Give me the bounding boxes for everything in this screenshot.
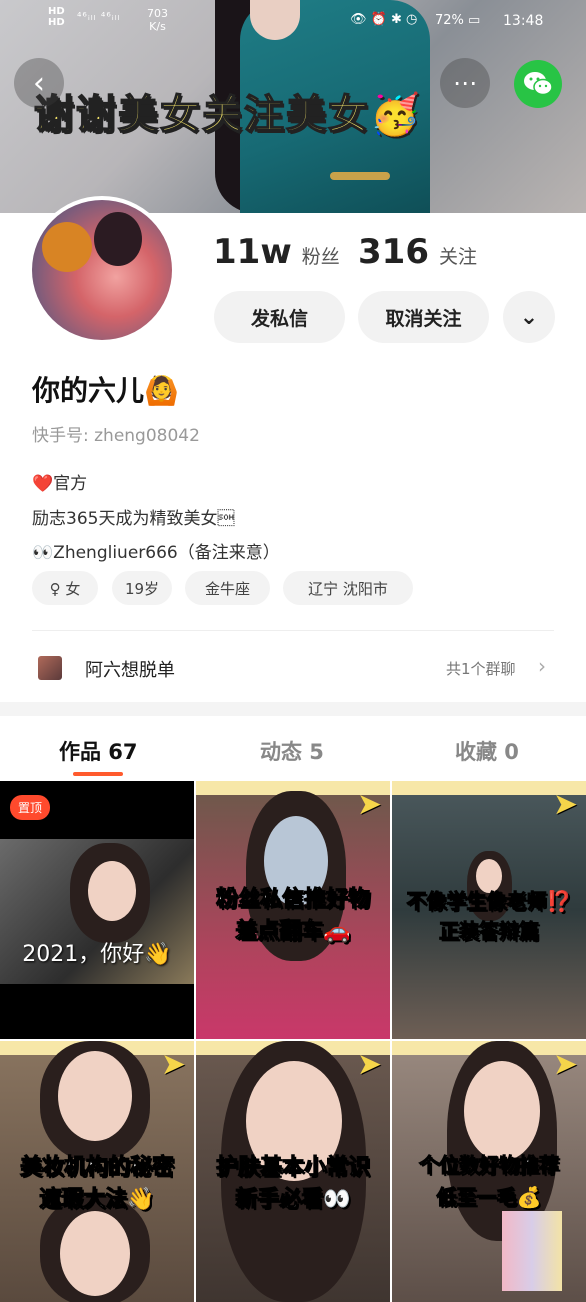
following-count: 316 [358,232,429,272]
chevron-right-icon: › [538,654,546,678]
cursor-icon: ➤ [552,787,578,822]
divider [32,630,554,631]
active-tab-indicator [73,772,123,776]
group-name: 阿六想脱单 [85,660,175,681]
tab-works[interactable]: 作品 67 [59,736,138,766]
video-caption: 美妆机构的秘密 [19,1155,174,1181]
cursor-icon: ➤ [552,1047,578,1082]
bio-line: 👀Zhengliuer666（备注来意） [32,543,280,563]
cursor-icon: ➤ [356,787,382,822]
profile-name: 你的六儿🙆 [32,374,179,407]
section-separator [0,702,586,716]
clock: 13:48 [503,13,544,29]
followers-stat[interactable]: 11w 粉丝 [213,232,340,272]
unfollow-button[interactable]: 取消关注 [358,291,489,343]
status-icons: 👁 ⏰ ✱ ◷ [350,12,418,27]
more-icon: ⋯ [453,69,477,97]
wechat-share-button[interactable] [514,60,562,108]
battery-icon: 72% ▭ [435,13,481,28]
video-caption: 护肤基本小常识 [215,1155,370,1181]
video-still-face [58,1051,132,1141]
video-caption: 不像学生像老师⁉️ [406,889,572,914]
video-thumbnail[interactable]: ➤ 个位数好物推荐 低至一毛💰 [392,1041,586,1302]
cursor-icon: ➤ [356,1047,382,1082]
chevron-down-icon: ⌄ [519,304,539,330]
status-bar: HD HD ⁴⁶ᵢₗₗ ⁴⁶ᵢₗₗ 703 K/s 👁 ⏰ ✱ ◷ 72% ▭ 13… [0,0,586,44]
group-avatar [38,656,62,680]
video-caption: 正装答辩篇 [439,919,540,944]
bio-line: ❤️官方 [32,474,88,494]
video-still-face [464,1061,540,1161]
following-label: 关注 [438,246,477,268]
video-caption: 遮瑕大法👋 [39,1187,155,1213]
video-thumbnail[interactable]: ➤ 护肤基本小常识 新手必看👀 [196,1041,390,1302]
video-caption: 粉丝私信推好物 [215,887,370,913]
video-thumbnail[interactable]: ➤ 不像学生像老师⁉️ 正装答辩篇 [392,781,586,1039]
video-caption: 低至一毛💰 [436,1185,542,1210]
back-button[interactable]: ‹ [14,58,64,108]
avatar-photo [32,200,172,340]
video-caption: 新手必看👀 [235,1187,351,1213]
video-caption: 2021，你好👋 [22,942,172,967]
tag-gender: ♀ 女 [32,571,98,605]
network-speed: 703 K/s [147,7,168,33]
followers-count: 11w [213,232,292,272]
hd-indicator: HD HD [48,6,65,28]
pinned-badge: 置顶 [10,795,51,820]
kwai-id[interactable]: 快手号: zheng08042 [32,421,200,446]
group-count: 共1个群聊 [446,660,516,678]
signal-icon: ⁴⁶ᵢₗₗ ⁴⁶ᵢₗₗ [77,10,121,23]
avatar[interactable] [28,196,176,344]
back-icon: ‹ [33,65,45,101]
video-thumbnail[interactable]: ➤ 美妆机构的秘密 遮瑕大法👋 [0,1041,194,1302]
banner-caption: 谢谢美女关注美女🥳 [33,91,422,139]
following-stat[interactable]: 316 关注 [358,232,477,272]
video-grid: 置顶 2021，你好👋 ➤ 粉丝私信推好物 差点翻车🚗 ➤ 不像学生像老师⁉️ … [0,781,586,1302]
video-still-face [88,861,136,921]
message-button[interactable]: 发私信 [214,291,345,343]
video-caption: 差点翻车🚗 [235,919,351,945]
avatar-flowers [42,222,92,272]
tab-moments[interactable]: 动态 5 [260,736,324,766]
cursor-icon: ➤ [160,1047,186,1082]
avatar-hair [94,212,142,266]
banner-photo-belt [330,172,390,180]
more-actions-button[interactable]: ⌄ [503,291,555,343]
tag-location: 辽宁 沈阳市 [283,571,413,605]
followers-label: 粉丝 [301,246,340,268]
product-tubes [502,1211,562,1291]
video-still-face [60,1211,130,1296]
bio-line: 励志365天成为精致美女 [32,509,235,529]
wechat-icon [524,72,553,96]
tab-favorites[interactable]: 收藏 0 [455,736,519,766]
video-caption: 个位数好物推荐 [419,1153,560,1178]
group-chat-row[interactable]: 阿六想脱单 共1个群聊 › [0,642,586,692]
video-thumbnail[interactable]: 置顶 2021，你好👋 [0,781,194,1039]
tag-zodiac: 金牛座 [185,571,270,605]
video-thumbnail[interactable]: ➤ 粉丝私信推好物 差点翻车🚗 [196,781,390,1039]
tag-age: 19岁 [112,571,172,605]
more-button[interactable]: ⋯ [440,58,490,108]
